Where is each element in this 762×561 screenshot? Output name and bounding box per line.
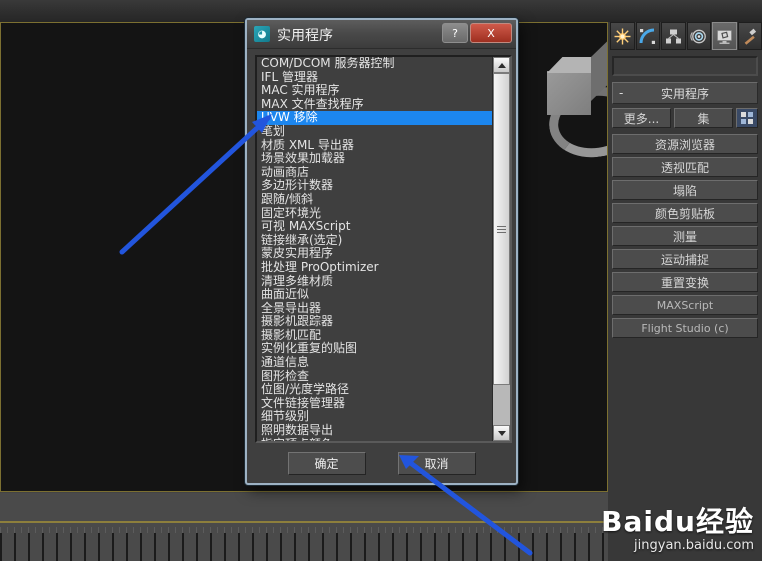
utility-button[interactable]: 颜色剪贴板 <box>612 203 758 223</box>
list-item[interactable]: 多边形计数器 <box>257 179 493 193</box>
modify-tab[interactable] <box>635 22 660 50</box>
dialog-titlebar[interactable]: ◕ 实用程序 ? X <box>247 20 516 49</box>
scroll-up-button[interactable] <box>493 57 510 73</box>
list-item[interactable]: 批处理 ProOptimizer <box>257 260 493 275</box>
hierarchy-icon <box>665 29 681 43</box>
list-item[interactable]: 通道信息 <box>257 355 493 370</box>
scene-object <box>541 41 607 164</box>
dialog-buttons: 确定 取消 <box>247 452 516 475</box>
utilities-tab[interactable] <box>737 22 762 50</box>
list-item[interactable]: 笔划 <box>257 124 493 139</box>
utility-button[interactable]: 重置变换 <box>612 272 758 292</box>
timeline-ticks <box>0 533 608 561</box>
arc-icon <box>639 28 656 44</box>
utility-button[interactable]: 透视匹配 <box>612 157 758 177</box>
command-panel: - 实用程序 更多... 集 资源浏览器 透视匹配 塌陷 颜色剪贴板 测量 运动… <box>608 22 762 561</box>
utility-button[interactable]: MAXScript <box>612 295 758 315</box>
list-item[interactable]: 蒙皮实用程序 <box>257 247 493 261</box>
watermark-jingyan: 经验 <box>695 505 754 538</box>
utilities-listbox[interactable]: COM/DCOM 服务器控制 IFL 管理器 MAC 实用程序 MAX 文件查找程序 U… <box>255 55 512 443</box>
display-tab[interactable] <box>712 22 737 50</box>
list-scrollbar[interactable] <box>492 57 510 441</box>
list-item[interactable]: 位图/光度学路径 <box>257 383 493 397</box>
cancel-button[interactable]: 取消 <box>397 452 476 475</box>
dialog-title: 实用程序 <box>277 28 333 44</box>
grid-config-icon <box>741 112 753 124</box>
list-item[interactable]: UVW 移除 <box>257 111 493 125</box>
box-front-face <box>547 71 591 115</box>
hammer-icon <box>744 28 757 45</box>
timeline-bar[interactable] <box>0 523 608 561</box>
utility-button[interactable]: 测量 <box>612 226 758 246</box>
list-item[interactable]: 指定顶点颜色 <box>257 437 493 441</box>
arrow-up-icon <box>497 62 506 68</box>
motion-tab[interactable] <box>686 22 711 50</box>
watermark-du: du <box>654 505 696 538</box>
rollout-title: 实用程序 <box>660 86 709 101</box>
window-buttons: ? X <box>442 23 512 43</box>
list-item[interactable]: MAC 实用程序 <box>257 84 493 98</box>
list-item[interactable]: COM/DCOM 服务器控制 <box>257 57 493 71</box>
list-item[interactable]: 场景效果加载器 <box>257 152 493 166</box>
scrollbar-grip-icon <box>497 225 506 233</box>
close-button[interactable]: X <box>470 23 512 43</box>
watermark-bai: Bai <box>601 505 654 538</box>
command-panel-tabs <box>610 22 762 52</box>
star-icon <box>614 28 631 44</box>
more-button[interactable]: 更多... <box>612 108 671 128</box>
list-item[interactable]: 照明数据导出 <box>257 423 493 438</box>
utility-button[interactable]: 塌陷 <box>612 180 758 200</box>
create-tab[interactable] <box>610 22 635 50</box>
collapse-toggle-icon[interactable]: - <box>619 86 623 100</box>
help-button[interactable]: ? <box>442 23 468 43</box>
utilities-rollout: - 实用程序 更多... 集 资源浏览器 透视匹配 塌陷 颜色剪贴板 测量 运动… <box>612 82 758 338</box>
list-item[interactable]: 文件链接管理器 <box>257 396 493 411</box>
monitor-icon <box>716 29 732 44</box>
utilities-list[interactable]: COM/DCOM 服务器控制 IFL 管理器 MAC 实用程序 MAX 文件查找程序 U… <box>257 57 493 441</box>
list-item[interactable]: 可视 MAXScript <box>257 220 493 234</box>
utilities-top-buttons: 更多... 集 <box>612 108 758 128</box>
motion-icon <box>690 29 707 43</box>
watermark-main: Baidu经验 <box>601 507 754 537</box>
list-item[interactable]: 跟随/倾斜 <box>257 192 493 207</box>
sets-button[interactable]: 集 <box>674 108 733 128</box>
utility-icon: ◕ <box>254 26 270 42</box>
viewport-bottom-strip <box>0 493 608 521</box>
list-item[interactable]: 细节级别 <box>257 410 493 424</box>
list-item[interactable]: 摄影机跟踪器 <box>257 315 493 329</box>
dialog-body: COM/DCOM 服务器控制 IFL 管理器 MAC 实用程序 MAX 文件查找程序 U… <box>247 48 516 483</box>
ok-button[interactable]: 确定 <box>287 452 366 475</box>
configure-sets-button[interactable] <box>736 108 758 128</box>
object-name-field[interactable] <box>612 56 758 76</box>
utilities-dialog: ◕ 实用程序 ? X COM/DCOM 服务器控制 IFL 管理器 MAC 实用程序… <box>245 18 518 485</box>
utility-button[interactable]: Flight Studio (c) <box>612 318 758 338</box>
watermark-url: jingyan.baidu.com <box>634 538 754 553</box>
watermark: Baidu经验 jingyan.baidu.com <box>601 507 754 554</box>
utility-button[interactable]: 运动捕捉 <box>612 249 758 269</box>
hierarchy-tab[interactable] <box>661 22 686 50</box>
utility-button[interactable]: 资源浏览器 <box>612 134 758 154</box>
arrow-down-icon <box>497 430 506 436</box>
utilities-rollout-header[interactable]: - 实用程序 <box>612 82 758 104</box>
list-item[interactable]: 曲面近似 <box>257 287 493 302</box>
list-item[interactable]: 清理多维材质 <box>257 274 493 289</box>
scrollbar-thumb[interactable] <box>493 73 510 385</box>
scroll-down-button[interactable] <box>493 425 510 441</box>
utility-buttons-list: 资源浏览器 透视匹配 塌陷 颜色剪贴板 测量 运动捕捉 重置变换 MAXScri… <box>612 134 758 338</box>
app-root: - 实用程序 更多... 集 资源浏览器 透视匹配 塌陷 颜色剪贴板 测量 运动… <box>0 0 762 561</box>
